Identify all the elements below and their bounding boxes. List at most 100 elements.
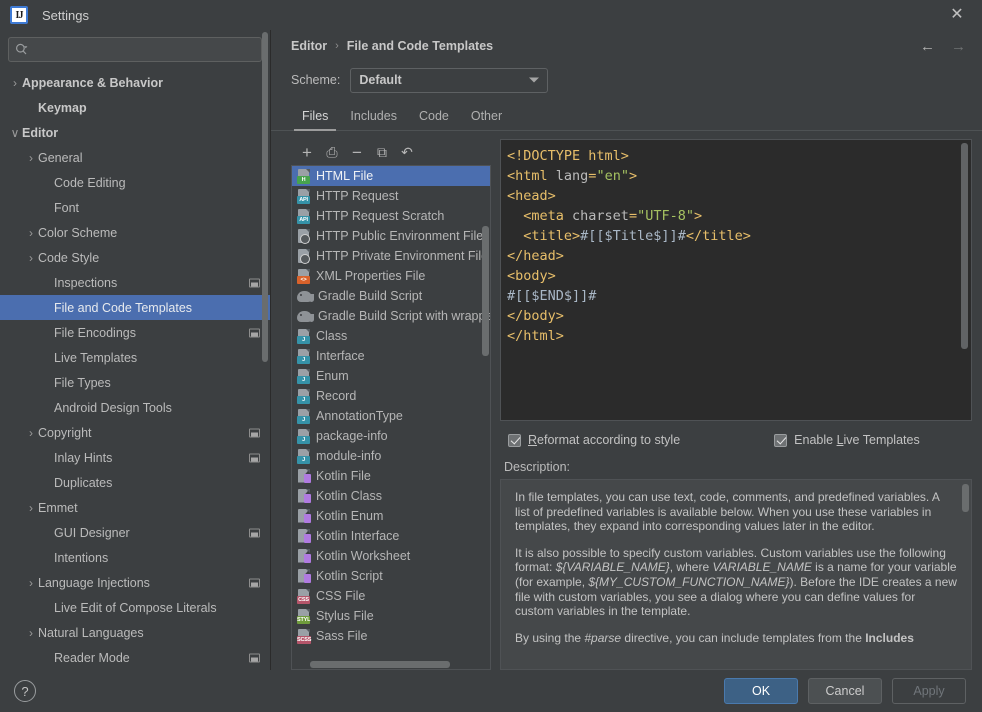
template-list-item[interactable]: Gradle Build Script <box>292 286 490 306</box>
template-list-item[interactable]: Jmodule-info <box>292 446 490 466</box>
close-icon[interactable]: ✕ <box>942 0 972 30</box>
create-template-from-file-button[interactable]: ⎙ <box>320 141 344 163</box>
sidebar-item-inspections[interactable]: Inspections <box>0 270 270 295</box>
templates-list-vscrollbar[interactable] <box>482 226 489 356</box>
sidebar-item-natural-languages[interactable]: › Natural Languages <box>0 620 270 645</box>
template-tabs[interactable]: Files Includes Code Other <box>271 101 982 131</box>
sidebar-item-editor[interactable]: ∨ Editor <box>0 120 270 145</box>
template-list-item[interactable]: J Class <box>292 326 490 346</box>
template-list-item[interactable]: HTTP Private Environment File <box>292 246 490 266</box>
chevron-right-icon[interactable]: › <box>24 626 38 640</box>
sidebar-item-code-editing[interactable]: Code Editing <box>0 170 270 195</box>
forward-arrow-icon[interactable]: → <box>951 39 966 54</box>
description-scrollbar[interactable] <box>962 484 969 512</box>
ok-button[interactable]: OK <box>724 678 798 704</box>
copy-template-button[interactable]: ⧉ <box>370 141 394 163</box>
template-list-item[interactable]: <> XML Properties File <box>292 266 490 286</box>
sidebar-item-intentions[interactable]: Intentions <box>0 545 270 570</box>
help-button[interactable]: ? <box>14 680 36 702</box>
tab-code[interactable]: Code <box>408 102 460 130</box>
add-template-button[interactable]: + <box>295 141 319 163</box>
sidebar-item-font[interactable]: Font <box>0 195 270 220</box>
chevron-right-icon[interactable]: › <box>24 226 38 240</box>
sidebar-item-live-edit-of-compose-literals[interactable]: Live Edit of Compose Literals <box>0 595 270 620</box>
search-box[interactable] <box>8 37 262 62</box>
scheme-dropdown[interactable]: Default <box>350 67 549 93</box>
template-list-item[interactable]: CSS CSS File <box>292 586 490 606</box>
template-list-item[interactable]: STYL Stylus File <box>292 606 490 626</box>
chevron-right-icon[interactable]: › <box>24 151 38 165</box>
templates-list[interactable]: H HTML File API HTTP Request API HTTP Request… <box>291 165 491 670</box>
sidebar-item-language-injections[interactable]: › Language Injections <box>0 570 270 595</box>
sidebar-item-general[interactable]: › General <box>0 145 270 170</box>
sidebar-item-file-types[interactable]: File Types <box>0 370 270 395</box>
sidebar-item-label: File Encodings <box>54 325 136 340</box>
sidebar-item-duplicates[interactable]: Duplicates <box>0 470 270 495</box>
template-list-item[interactable]: Kotlin Interface <box>292 526 490 546</box>
enable-live-templates-checkbox[interactable]: Enable Live Templates <box>774 433 920 447</box>
template-list-item[interactable]: Jpackage-info <box>292 426 490 446</box>
code-token: "en" <box>596 168 629 184</box>
description-box[interactable]: In file templates, you can use text, cod… <box>500 479 972 670</box>
tab-files[interactable]: Files <box>291 102 339 131</box>
template-list-item[interactable]: J Enum <box>292 366 490 386</box>
css-file-icon: CSS <box>297 588 311 604</box>
tab-other[interactable]: Other <box>460 102 513 130</box>
sidebar-item-color-scheme[interactable]: › Color Scheme <box>0 220 270 245</box>
sidebar-item-gui-designer[interactable]: GUI Designer <box>0 520 270 545</box>
sidebar-item-file-encodings[interactable]: File Encodings <box>0 320 270 345</box>
template-list-item[interactable]: SCSS Sass File <box>292 626 490 646</box>
java-class-icon: J <box>297 328 311 344</box>
sidebar-item-file-and-code-templates[interactable]: File and Code Templates <box>0 295 270 320</box>
template-list-item[interactable]: HTTP Public Environment File <box>292 226 490 246</box>
templates-list-hscrollbar[interactable] <box>310 661 450 668</box>
chevron-right-icon[interactable]: › <box>24 426 38 440</box>
search-input[interactable] <box>32 42 255 57</box>
chevron-right-icon[interactable]: › <box>24 576 38 590</box>
chevron-right-icon[interactable]: › <box>24 251 38 265</box>
sidebar-item-code-style[interactable]: › Code Style <box>0 245 270 270</box>
sidebar-item-live-templates[interactable]: Live Templates <box>0 345 270 370</box>
template-list-item[interactable]: J AnnotationType <box>292 406 490 426</box>
sidebar-item-keymap[interactable]: Keymap <box>0 95 270 120</box>
cancel-button[interactable]: Cancel <box>808 678 882 704</box>
template-list-item[interactable]: H HTML File <box>292 166 490 186</box>
settings-tree[interactable]: › Appearance & Behavior Keymap ∨ Editor › Gene… <box>0 68 270 670</box>
template-list-item[interactable]: Kotlin Class <box>292 486 490 506</box>
scheme-label: Scheme: <box>291 73 341 87</box>
sidebar-scrollbar[interactable] <box>262 32 268 362</box>
reset-template-button[interactable]: ↶ <box>395 141 419 163</box>
template-list-item[interactable]: API HTTP Request Scratch <box>292 206 490 226</box>
template-list-item[interactable]: Kotlin File <box>292 466 490 486</box>
template-list-item[interactable]: Kotlin Worksheet <box>292 546 490 566</box>
tab-includes[interactable]: Includes <box>339 102 408 130</box>
sidebar-item-android-design-tools[interactable]: Android Design Tools <box>0 395 270 420</box>
template-list-item[interactable]: Kotlin Script <box>292 566 490 586</box>
sidebar-item-label: Android Design Tools <box>54 400 172 415</box>
template-list-item[interactable]: API HTTP Request <box>292 186 490 206</box>
reformat-according-to-style-checkbox[interactable]: Reformat according to style <box>508 433 680 447</box>
breadcrumb-item-editor[interactable]: Editor <box>291 39 327 53</box>
template-list-item[interactable]: J Interface <box>292 346 490 366</box>
sidebar-item-inlay-hints[interactable]: Inlay Hints <box>0 445 270 470</box>
template-list-item[interactable]: J Record <box>292 386 490 406</box>
sidebar-item-label: Appearance & Behavior <box>22 75 164 90</box>
template-list-item-label: Sass File <box>316 629 368 643</box>
chevron-right-icon[interactable]: › <box>24 501 38 515</box>
remove-template-button[interactable]: − <box>345 141 369 163</box>
code-editor-scrollbar[interactable] <box>961 143 968 349</box>
sidebar-item-label: Color Scheme <box>38 225 118 240</box>
sidebar-item-emmet[interactable]: › Emmet <box>0 495 270 520</box>
sidebar-item-appearance-behavior[interactable]: › Appearance & Behavior <box>0 70 270 95</box>
chevron-down-icon[interactable]: ∨ <box>8 126 22 140</box>
chevron-right-icon[interactable]: › <box>8 76 22 90</box>
sidebar-item-label: Emmet <box>38 500 78 515</box>
template-code-editor[interactable]: <!DOCTYPE html> <html lang="en"> <head> <m… <box>500 139 972 421</box>
template-list-item[interactable]: Kotlin Enum <box>292 506 490 526</box>
code-line: </html> <box>507 326 971 346</box>
template-list-item[interactable]: Gradle Build Script with wrapper <box>292 306 490 326</box>
sidebar-item-reader-mode[interactable]: Reader Mode <box>0 645 270 670</box>
apply-button[interactable]: Apply <box>892 678 966 704</box>
sidebar-item-copyright[interactable]: › Copyright <box>0 420 270 445</box>
back-arrow-icon[interactable]: ← <box>920 39 935 54</box>
